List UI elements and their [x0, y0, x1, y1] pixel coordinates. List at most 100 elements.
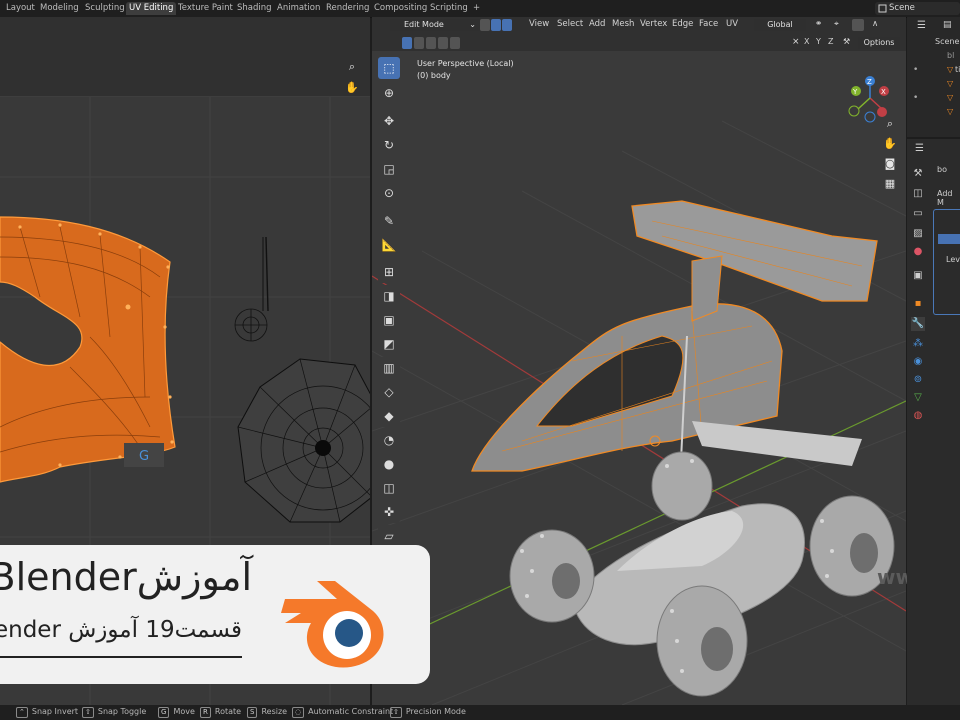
view-layer-tab-icon[interactable]: ▨ [911, 227, 925, 241]
select-intersect-icon[interactable] [450, 37, 460, 49]
modifier-selected-field[interactable] [938, 234, 960, 244]
viewport-scene[interactable]: Z X Y [372, 51, 906, 705]
material-tab-icon[interactable]: ◍ [911, 409, 925, 423]
modifier-tab-icon[interactable]: 🔧 [911, 317, 925, 331]
outliner[interactable]: ☰ ▤ Scene bl ▽ tir ▽ ▽ ▽ • • [907, 17, 960, 139]
tab-layout[interactable]: Layout [3, 2, 38, 15]
add-workspace-button[interactable]: + [470, 2, 483, 15]
edge-select-icon[interactable] [491, 19, 501, 31]
properties-editor[interactable]: ☰ ⚒ ◫ ▭ ▨ ● ▣ ▪ 🔧 ⁂ ◉ ⊚ ▽ ◍ bo Add M Lev [907, 139, 960, 705]
scale-tool-icon[interactable]: ◲ [378, 158, 400, 180]
zoom-icon[interactable]: ⌕ [881, 115, 899, 133]
snap-icon[interactable]: ⌖ [834, 19, 839, 29]
outliner-item[interactable]: bl [947, 51, 954, 60]
wrench-icon[interactable]: ⚒ [843, 37, 850, 46]
tab-sculpting[interactable]: Sculpting [82, 2, 128, 15]
pan-hand-icon[interactable]: ✋ [343, 79, 361, 97]
tab-animation[interactable]: Animation [274, 2, 323, 15]
face-select-icon[interactable] [502, 19, 512, 31]
modifier-panel[interactable]: Lev [933, 209, 960, 315]
select-invert-icon[interactable] [438, 37, 448, 49]
poly-build-tool-icon[interactable]: ◆ [378, 405, 400, 427]
shrink-fatten-tool-icon[interactable]: ✜ [378, 501, 400, 523]
annotate-tool-icon[interactable]: ✎ [378, 210, 400, 232]
mirror-y-toggle[interactable]: Y [816, 37, 821, 46]
data-tab-icon[interactable]: ▽ [911, 391, 925, 405]
camera-icon[interactable]: ◙ [881, 155, 899, 173]
menu-edge[interactable]: Edge [672, 19, 693, 29]
tool-tab-icon[interactable]: ⚒ [911, 167, 925, 181]
menu-vertex[interactable]: Vertex [640, 19, 667, 29]
menu-face[interactable]: Face [699, 19, 718, 29]
shear-tool-icon[interactable]: ▱ [378, 525, 400, 547]
3d-viewport[interactable]: Edit Mode ⌄ View Select Add Mesh Vertex … [372, 17, 960, 705]
world-tab-icon[interactable]: ▣ [911, 269, 925, 283]
pivot-icon[interactable]: ⚭ [815, 19, 822, 29]
tab-rendering[interactable]: Rendering [323, 2, 372, 15]
tab-scripting[interactable]: Scripting [427, 2, 471, 15]
visibility-icon[interactable]: • [913, 93, 918, 103]
tab-modeling[interactable]: Modeling [37, 2, 82, 15]
filter-icon[interactable]: ▤ [943, 20, 952, 30]
mirror-icon[interactable]: ⨯ [792, 37, 800, 47]
smooth-tool-icon[interactable]: ● [378, 453, 400, 475]
outliner-item[interactable]: tir [955, 65, 960, 74]
outliner-scene-root[interactable]: Scene [935, 37, 959, 46]
zoom-icon[interactable]: ⌕ [343, 58, 361, 76]
pan-hand-icon[interactable]: ✋ [881, 135, 899, 153]
tab-texture-paint[interactable]: Texture Paint [175, 2, 236, 15]
bevel-tool-icon[interactable]: ◩ [378, 333, 400, 355]
rotate-tool-icon[interactable]: ↻ [378, 134, 400, 156]
spin-tool-icon[interactable]: ◔ [378, 429, 400, 451]
loop-cut-tool-icon[interactable]: ▥ [378, 357, 400, 379]
uv-island-wheel-small[interactable] [234, 236, 269, 342]
select-box-tool-icon[interactable]: ⬚ [378, 57, 400, 79]
transform-tool-icon[interactable]: ⊙ [378, 182, 400, 204]
inset-tool-icon[interactable]: ▣ [378, 309, 400, 331]
mirror-x-toggle[interactable]: X [804, 37, 809, 46]
transform-orientation-dropdown[interactable]: Global [754, 19, 806, 31]
cursor-tool-icon[interactable]: ⊕ [378, 82, 400, 104]
select-subtract-icon[interactable] [426, 37, 436, 49]
move-tool-icon[interactable]: ✥ [378, 110, 400, 132]
menu-uv[interactable]: UV [726, 19, 738, 29]
knife-tool-icon[interactable]: ◇ [378, 381, 400, 403]
menu-mesh[interactable]: Mesh [612, 19, 634, 29]
tab-compositing[interactable]: Compositing [371, 2, 430, 15]
constraints-tab-icon[interactable]: ⊚ [911, 373, 925, 387]
select-extend-icon[interactable] [414, 37, 424, 49]
uv-island-wheel-large[interactable] [237, 358, 370, 523]
falloff-icon[interactable]: ∧ [872, 19, 878, 29]
menu-select[interactable]: Select [557, 19, 583, 29]
options-dropdown[interactable]: Options [858, 37, 900, 49]
object-tab-icon[interactable]: ▪ [911, 297, 925, 311]
menu-view[interactable]: View [529, 19, 549, 29]
add-modifier-button[interactable]: Add M [937, 189, 960, 207]
outliner-item[interactable]: ▽ [947, 65, 953, 74]
output-tab-icon[interactable]: ▭ [911, 207, 925, 221]
mirror-z-toggle[interactable]: Z [828, 37, 833, 46]
scene-tab-icon[interactable]: ● [911, 245, 925, 259]
edge-slide-tool-icon[interactable]: ◫ [378, 477, 400, 499]
editor-type-icon[interactable]: ☰ [915, 143, 924, 154]
physics-tab-icon[interactable]: ◉ [911, 355, 925, 369]
add-cube-tool-icon[interactable]: ⊞ [378, 261, 400, 283]
scene-selector[interactable]: Scene [875, 2, 960, 15]
editor-type-icon[interactable]: ☰ [917, 20, 926, 31]
uv-island-selected[interactable] [0, 216, 176, 483]
extrude-tool-icon[interactable]: ◨ [378, 285, 400, 307]
render-tab-icon[interactable]: ◫ [911, 187, 925, 201]
vertex-select-icon[interactable] [480, 19, 490, 31]
visibility-icon[interactable]: • [913, 65, 918, 75]
selected-body-mesh[interactable] [471, 200, 878, 472]
grid-icon[interactable]: ▦ [881, 175, 899, 193]
object-name-field[interactable]: bo [937, 165, 947, 174]
particles-tab-icon[interactable]: ⁂ [911, 337, 925, 351]
menu-add[interactable]: Add [589, 19, 605, 29]
measure-tool-icon[interactable]: 📐 [378, 234, 400, 256]
mode-dropdown[interactable]: Edit Mode ⌄ [390, 19, 480, 31]
tab-shading[interactable]: Shading [234, 2, 275, 15]
select-box-mode-icon[interactable] [402, 37, 412, 49]
proportional-edit-icon[interactable] [852, 19, 864, 31]
tab-uv-editing[interactable]: UV Editing [126, 2, 177, 15]
